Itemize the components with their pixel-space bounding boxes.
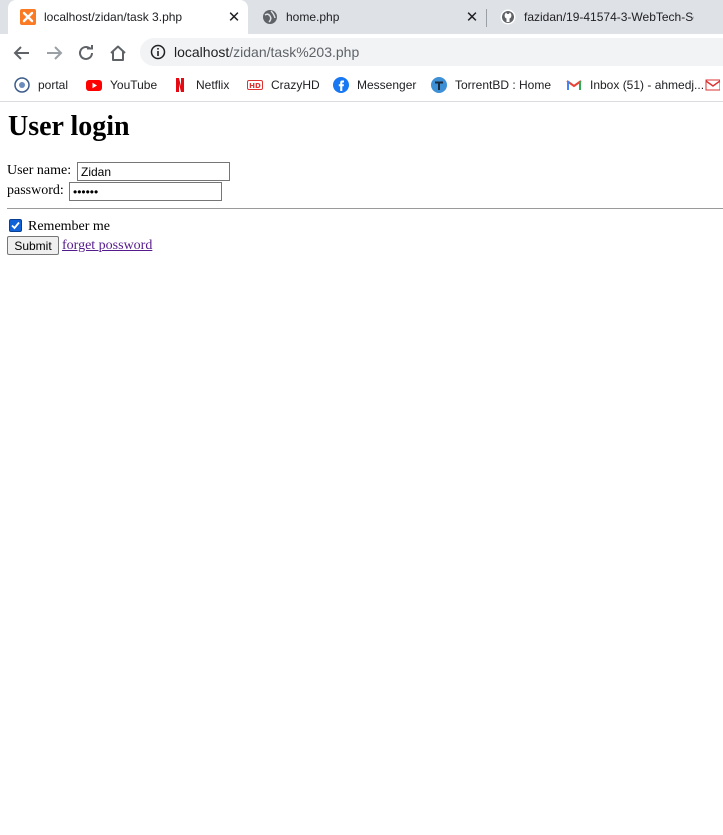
- username-row: User name:: [7, 163, 71, 179]
- password-input[interactable]: [69, 182, 222, 201]
- bookmark-icon: [705, 79, 720, 91]
- globe-icon: [263, 10, 277, 24]
- password-row: password:: [7, 183, 64, 199]
- close-icon[interactable]: ✕: [464, 9, 480, 25]
- bookmark-label: YouTube: [110, 78, 158, 92]
- forward-button[interactable]: [42, 41, 66, 65]
- crazyhd-icon: HD: [247, 80, 263, 90]
- checkmark-icon: [11, 221, 20, 230]
- tab-github[interactable]: fazidan/19-41574-3-WebTech-Se: [488, 0, 723, 34]
- tab-title: localhost/zidan/task 3.php: [44, 10, 183, 24]
- url-path: /zidan/task%203.php: [229, 44, 360, 60]
- username-input[interactable]: [77, 162, 230, 181]
- gmail-icon: [566, 80, 582, 90]
- bookmark-label: Inbox (51) - ahmedj...: [590, 78, 705, 92]
- bookmark-label: CrazyHD: [271, 78, 320, 92]
- url-host: localhost: [174, 44, 230, 60]
- messenger-icon: [333, 77, 349, 93]
- bookmarks-bar: portal YouTube Netflix HD CrazyHD Messen…: [0, 70, 723, 102]
- github-icon: [500, 9, 516, 25]
- tab-strip: localhost/zidan/task 3.php ✕ home.php ✕ …: [0, 0, 723, 34]
- portal-icon: [14, 77, 30, 93]
- browser-toolbar: localhost/zidan/task%203.php: [0, 34, 723, 70]
- reload-icon: [79, 45, 93, 60]
- bookmark-overflow[interactable]: [704, 76, 723, 94]
- divider: [7, 208, 723, 209]
- arrow-left-icon: [13, 46, 29, 60]
- password-label: password:: [7, 183, 64, 198]
- arrow-right-icon: [47, 46, 63, 60]
- home-button[interactable]: [106, 41, 130, 65]
- reload-button[interactable]: [74, 41, 98, 65]
- submit-button[interactable]: Submit: [7, 236, 59, 255]
- tab-title: fazidan/19-41574-3-WebTech-Se: [524, 10, 694, 24]
- page-title: User login: [8, 111, 130, 142]
- tab-task3[interactable]: localhost/zidan/task 3.php ✕: [8, 0, 248, 34]
- address-bar[interactable]: localhost/zidan/task%203.php: [140, 38, 723, 66]
- tab-home[interactable]: home.php ✕: [250, 0, 486, 34]
- bookmark-label: portal: [38, 78, 69, 92]
- back-button[interactable]: [10, 41, 34, 65]
- bookmark-label: TorrentBD : Home: [455, 78, 552, 92]
- youtube-icon: [86, 80, 102, 91]
- svg-text:HD: HD: [249, 82, 261, 90]
- remember-label: Remember me: [28, 219, 111, 234]
- home-icon: [110, 45, 126, 61]
- username-label: User name:: [7, 163, 72, 178]
- remember-checkbox[interactable]: [9, 219, 22, 232]
- info-icon[interactable]: [150, 44, 166, 60]
- bookmark-label: Netflix: [196, 78, 230, 92]
- tab-separator: [486, 9, 487, 27]
- netflix-icon: [176, 78, 184, 92]
- xampp-icon: [20, 9, 36, 25]
- torrentbd-icon: [431, 77, 447, 93]
- close-icon[interactable]: ✕: [226, 9, 242, 25]
- bookmark-label: Messenger: [357, 78, 417, 92]
- tab-title: home.php: [286, 10, 340, 24]
- url-text: localhost/zidan/task%203.php: [174, 44, 359, 60]
- remember-row: Remember me: [28, 219, 110, 235]
- forget-password-link[interactable]: forget possword: [62, 238, 152, 254]
